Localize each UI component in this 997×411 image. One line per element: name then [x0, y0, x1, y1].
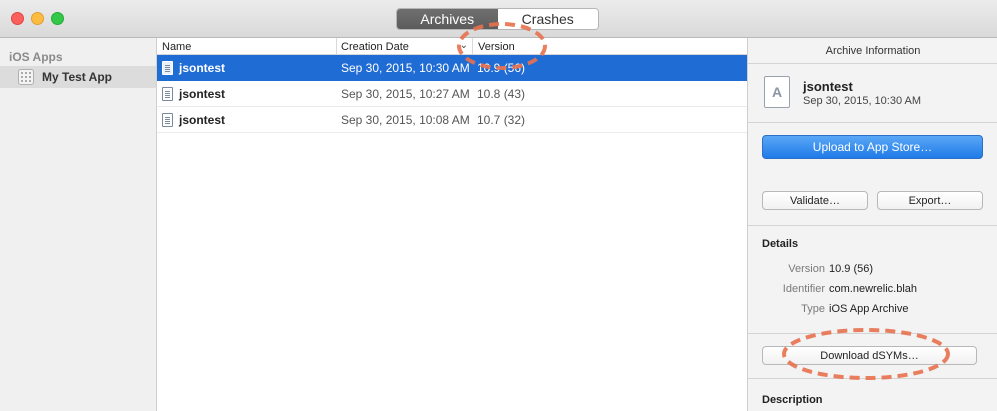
table-row[interactable]: jsontest Sep 30, 2015, 10:27 AM 10.8 (43… — [157, 81, 747, 107]
tab-crashes[interactable]: Crashes — [497, 9, 598, 29]
archive-inspector: Archive Information A jsontest Sep 30, 2… — [747, 38, 997, 411]
archive-document-icon — [162, 112, 173, 127]
details-heading: Details — [762, 238, 799, 250]
inspector-title: Archive Information — [825, 45, 921, 57]
upload-to-app-store-button[interactable]: Upload to App Store… — [762, 135, 983, 159]
cell-version: 10.7 (32) — [477, 112, 526, 127]
column-header-name[interactable]: Name — [157, 38, 337, 55]
cell-name: jsontest — [157, 112, 337, 127]
organizer-window: Archives Crashes iOS Apps My Test App Na… — [0, 0, 997, 411]
column-header-version[interactable]: Version — [473, 38, 747, 55]
sidebar-item-my-test-app[interactable]: My Test App — [0, 66, 156, 88]
divider — [748, 63, 997, 64]
detail-key-version: Version — [788, 263, 825, 275]
table-header: Name Creation Date ⌄ Version — [157, 38, 747, 55]
description-heading: Description — [762, 394, 823, 406]
title-bar: Archives Crashes — [0, 0, 997, 38]
detail-value-identifier: com.newrelic.blah — [829, 283, 918, 295]
download-dsyms-button[interactable]: Download dSYMs… — [762, 346, 977, 365]
cell-name-text: jsontest — [179, 60, 226, 75]
cell-creation-date: Sep 30, 2015, 10:08 AM — [341, 112, 470, 127]
archive-icon: A — [764, 76, 790, 108]
detail-value-version: 10.9 (56) — [829, 263, 874, 275]
archive-name: jsontest — [803, 79, 853, 94]
cell-name: jsontest — [157, 60, 337, 75]
cell-version: 10.8 (43) — [477, 86, 526, 101]
cell-name-text: jsontest — [179, 112, 226, 127]
minimize-window-button[interactable] — [31, 12, 44, 25]
archives-table: Name Creation Date ⌄ Version jsontest Se… — [157, 38, 747, 411]
sidebar-item-label: My Test App — [42, 70, 113, 84]
archive-document-icon — [162, 60, 173, 75]
column-header-creation-date[interactable]: Creation Date ⌄ — [337, 38, 473, 55]
detail-key-type: Type — [801, 303, 825, 315]
app-icon — [18, 69, 34, 85]
export-button[interactable]: Export… — [877, 191, 983, 210]
view-segmented-control: Archives Crashes — [396, 8, 599, 30]
archive-date: Sep 30, 2015, 10:30 AM — [803, 95, 922, 107]
tab-archives[interactable]: Archives — [397, 9, 498, 29]
cell-name: jsontest — [157, 86, 337, 101]
divider — [748, 122, 997, 123]
cell-version: 10.9 (56) — [477, 60, 526, 75]
table-row[interactable]: jsontest Sep 30, 2015, 10:08 AM 10.7 (32… — [157, 107, 747, 133]
close-window-button[interactable] — [11, 12, 24, 25]
cell-creation-date: Sep 30, 2015, 10:27 AM — [341, 86, 470, 101]
divider — [748, 333, 997, 334]
divider — [748, 225, 997, 226]
detail-key-identifier: Identifier — [782, 283, 825, 295]
validate-button[interactable]: Validate… — [762, 191, 868, 210]
detail-value-type: iOS App Archive — [829, 303, 909, 315]
sidebar: iOS Apps My Test App — [0, 38, 157, 411]
cell-name-text: jsontest — [179, 86, 226, 101]
cell-creation-date: Sep 30, 2015, 10:30 AM — [341, 60, 470, 75]
sort-descending-icon: ⌄ — [459, 40, 468, 51]
divider — [748, 378, 997, 379]
sidebar-section-ios-apps: iOS Apps — [9, 50, 63, 64]
table-row[interactable]: jsontest Sep 30, 2015, 10:30 AM 10.9 (56… — [157, 55, 747, 81]
zoom-window-button[interactable] — [51, 12, 64, 25]
archive-document-icon — [162, 86, 173, 101]
column-header-label: Creation Date — [341, 40, 409, 53]
